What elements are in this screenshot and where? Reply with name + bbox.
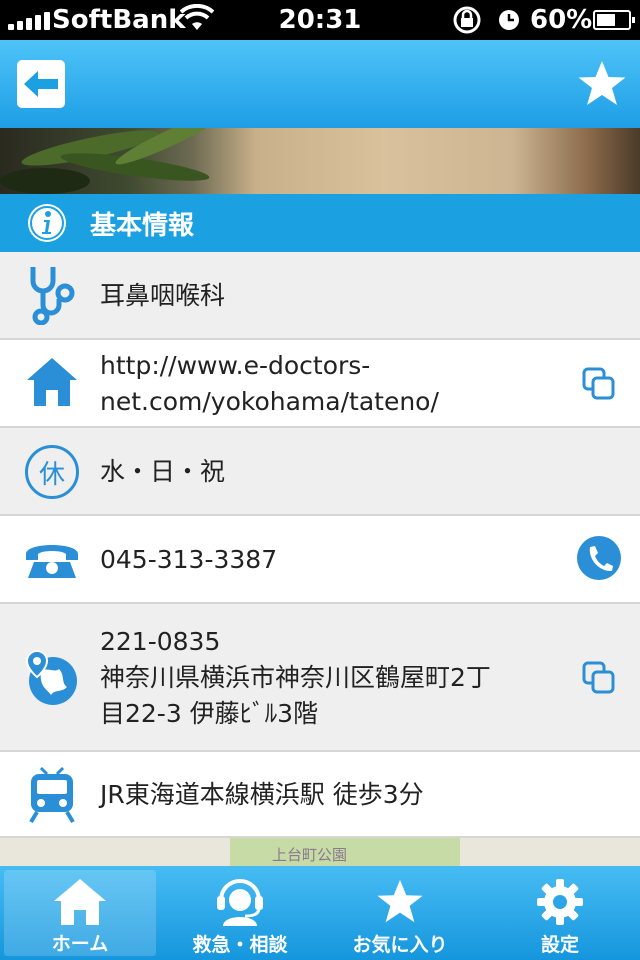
access-row: JR東海道本線横浜駅 徒歩3分 bbox=[0, 752, 640, 838]
postal-code: 221-0835 bbox=[100, 627, 221, 656]
telephone-icon bbox=[24, 530, 80, 590]
navigation-bar bbox=[0, 40, 640, 128]
battery-icon bbox=[593, 10, 635, 30]
section-header: 基本情報 bbox=[0, 194, 640, 252]
alarm-icon bbox=[499, 10, 519, 30]
address-line-1: 神奈川県横浜市神奈川区鶴屋町2丁 bbox=[100, 663, 491, 692]
access-text: JR東海道本線横浜駅 徒歩3分 bbox=[100, 780, 424, 809]
department-text: 耳鼻咽喉科 bbox=[100, 281, 226, 310]
tab-home-label: ホーム bbox=[51, 933, 109, 955]
department-row: 耳鼻咽喉科 bbox=[0, 252, 640, 340]
train-icon bbox=[24, 764, 80, 824]
website-url-line-1[interactable]: http://www.e-doctors- bbox=[100, 348, 370, 384]
copy-icon bbox=[582, 367, 615, 400]
map-pin-globe-icon bbox=[24, 648, 80, 708]
stethoscope-icon bbox=[24, 264, 80, 325]
tab-favorites[interactable]: お気に入り bbox=[320, 866, 480, 960]
address-line-2: 目22-3 伊藤ﾋﾞﾙ3階 bbox=[100, 699, 319, 728]
holiday-icon: 休 bbox=[24, 442, 80, 502]
phone-number[interactable]: 045-313-3387 bbox=[100, 542, 277, 578]
map-view[interactable]: 上台町公園 bbox=[0, 838, 640, 866]
rotation-lock-icon bbox=[453, 6, 481, 34]
holidays-text: 水・日・祝 bbox=[100, 457, 226, 486]
star-icon bbox=[372, 876, 428, 928]
info-icon bbox=[28, 204, 66, 242]
tab-emergency[interactable]: 救急・相談 bbox=[160, 866, 320, 960]
clinic-photo bbox=[0, 128, 640, 194]
website-row[interactable]: http://www.e-doctors- net.com/yokohama/t… bbox=[0, 340, 640, 428]
home-icon bbox=[52, 876, 108, 927]
copy-url-button[interactable] bbox=[576, 361, 622, 407]
operator-icon bbox=[212, 876, 268, 928]
tab-bar: ホーム 救急・相談 お気に入り 設定 bbox=[0, 866, 640, 960]
address-row[interactable]: 221-0835 神奈川県横浜市神奈川区鶴屋町2丁 目22-3 伊藤ﾋﾞﾙ3階 bbox=[0, 604, 640, 752]
back-button[interactable] bbox=[17, 60, 65, 108]
holidays-row: 休 水・日・祝 bbox=[0, 428, 640, 516]
call-button[interactable] bbox=[576, 535, 622, 581]
phone-row[interactable]: 045-313-3387 bbox=[0, 516, 640, 604]
tab-emergency-label: 救急・相談 bbox=[192, 934, 288, 956]
tab-settings[interactable]: 設定 bbox=[480, 866, 640, 960]
status-bar: SoftBank 20:31 60% bbox=[0, 0, 640, 40]
battery-percentage: 60% bbox=[530, 5, 593, 35]
copy-address-button[interactable] bbox=[576, 655, 622, 701]
section-title: 基本情報 bbox=[90, 210, 195, 241]
tab-home[interactable]: ホーム bbox=[4, 870, 156, 956]
map-park-label: 上台町公園 bbox=[272, 846, 348, 864]
gear-icon bbox=[532, 876, 588, 928]
website-url-line-2[interactable]: net.com/yokohama/tateno/ bbox=[100, 384, 439, 420]
copy-icon bbox=[582, 661, 615, 694]
tab-settings-label: 設定 bbox=[540, 934, 579, 956]
favorite-star-button[interactable] bbox=[576, 58, 628, 110]
arrow-left-icon bbox=[24, 71, 58, 97]
house-icon bbox=[24, 352, 80, 412]
tab-favorites-label: お気に入り bbox=[352, 934, 448, 956]
call-icon bbox=[577, 536, 621, 580]
